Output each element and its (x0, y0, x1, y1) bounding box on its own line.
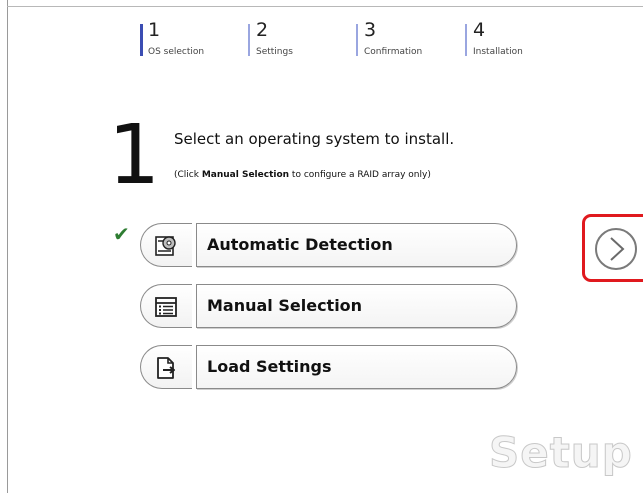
window-top-border (7, 6, 643, 7)
window-left-border (7, 0, 8, 493)
step-number: 1 (148, 19, 161, 41)
load-file-icon (157, 357, 175, 379)
automatic-detection-button[interactable]: Automatic Detection (140, 223, 517, 267)
setup-stepper: 1 OS selection 2 Settings 3 Confirmation… (140, 19, 575, 58)
setup-watermark: Setup (489, 428, 633, 478)
step-label: Confirmation (364, 47, 423, 57)
disc-drive-icon (155, 236, 176, 256)
step-indicator-bar (356, 24, 358, 56)
chevron-right-icon (610, 237, 625, 261)
option-icon-box (140, 223, 192, 267)
list-icon (155, 297, 177, 317)
step-label: OS selection (148, 47, 205, 57)
step-number: 4 (473, 19, 486, 41)
option-label: Manual Selection (207, 296, 363, 315)
note-prefix: (Click (174, 170, 202, 180)
step-indicator-bar (465, 24, 467, 56)
step-number: 2 (256, 19, 269, 41)
page-title: Select an operating system to install. (174, 130, 455, 148)
checkmark-icon: ✔ (113, 222, 130, 246)
step-label: Installation (473, 47, 523, 57)
option-icon-box (140, 284, 192, 328)
instruction-note: (Click Manual Selection to configure a R… (174, 170, 431, 180)
step-indicator-bar (140, 24, 143, 56)
option-label: Load Settings (207, 357, 332, 376)
load-settings-button[interactable]: Load Settings (140, 345, 517, 389)
next-button[interactable] (595, 228, 637, 270)
step-indicator-bar (248, 24, 250, 56)
step-label: Settings (256, 47, 293, 57)
option-label: Automatic Detection (207, 235, 393, 254)
manual-selection-button[interactable]: Manual Selection (140, 284, 517, 328)
current-step-number: 1 (108, 108, 161, 203)
option-icon-box (140, 345, 192, 389)
step-number: 3 (364, 19, 377, 41)
note-bold: Manual Selection (201, 170, 290, 180)
note-suffix: to configure a RAID array only) (289, 170, 431, 180)
